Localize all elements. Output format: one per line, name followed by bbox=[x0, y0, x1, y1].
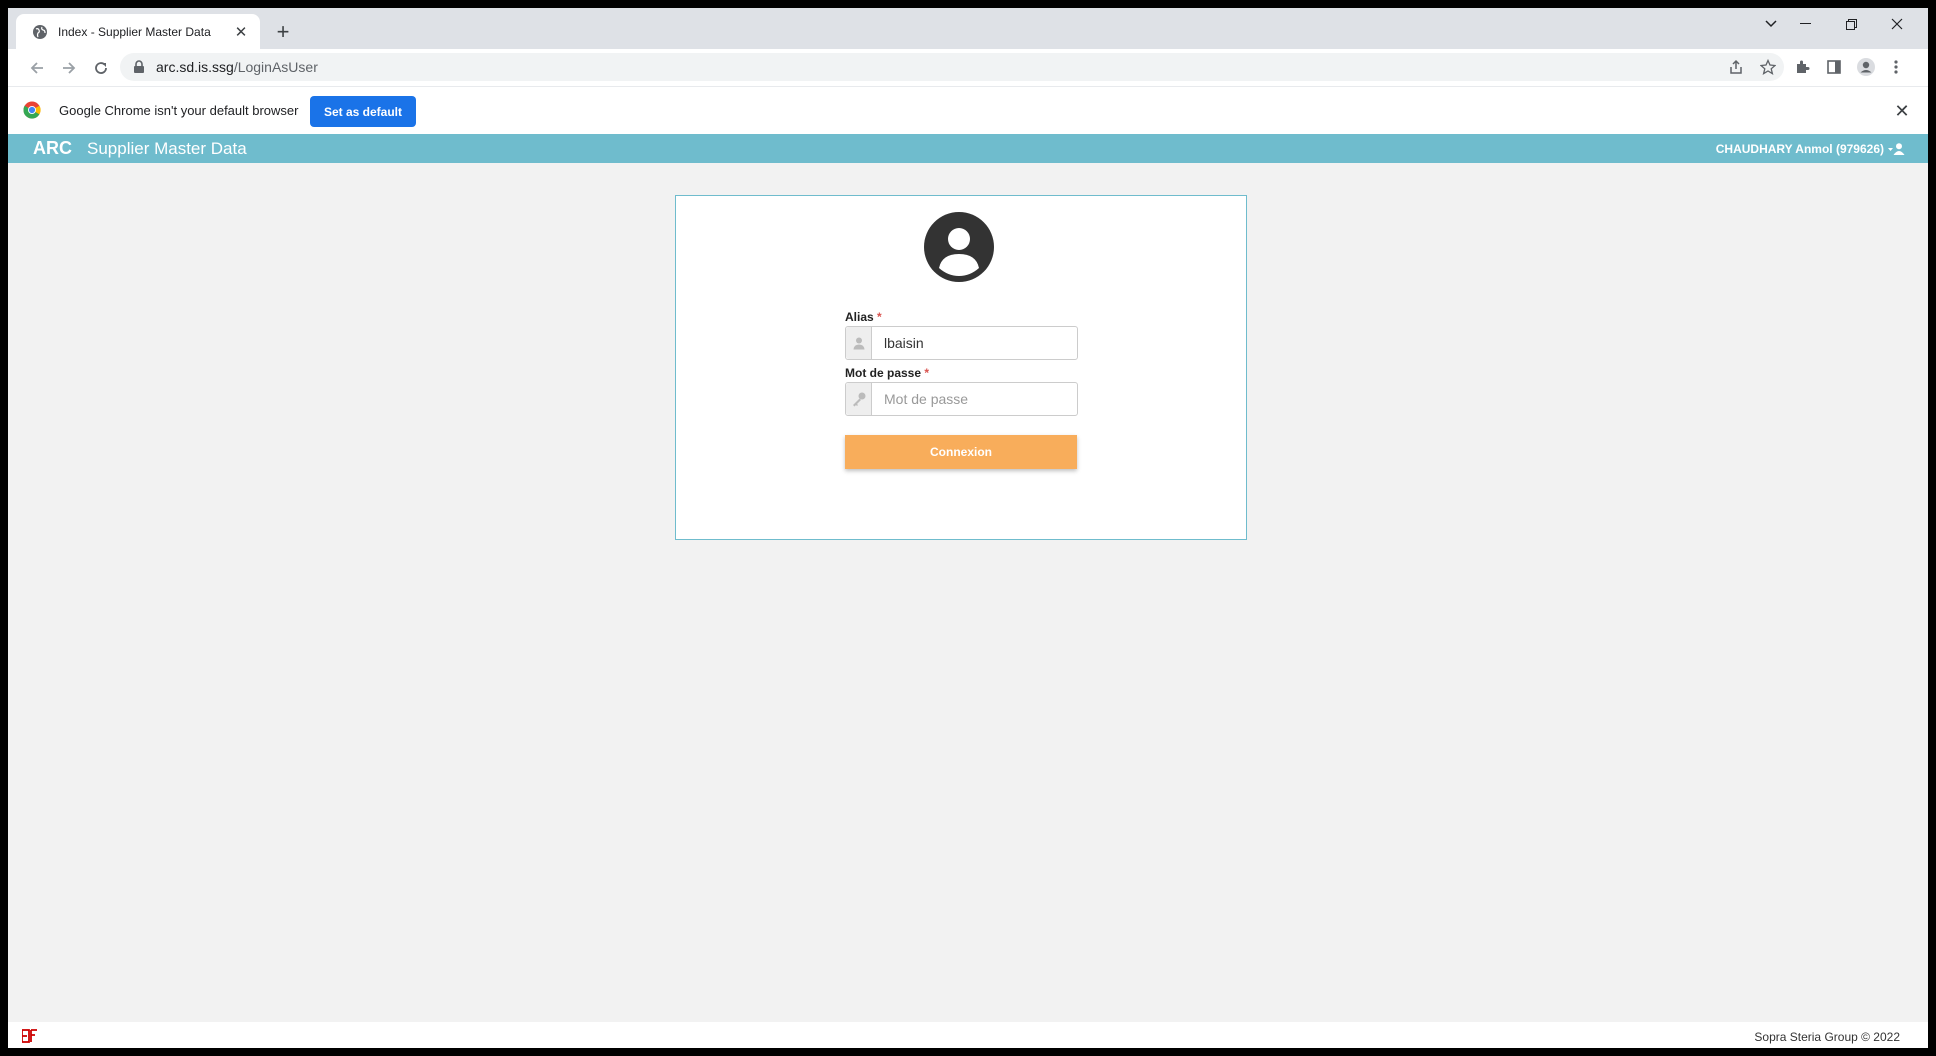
tab-title: Index - Supplier Master Data bbox=[58, 24, 211, 39]
required-mark: * bbox=[924, 366, 930, 380]
set-default-button[interactable]: Set as default bbox=[310, 96, 416, 127]
url-path: /LoginAsUser bbox=[233, 59, 318, 75]
reload-icon[interactable] bbox=[88, 55, 114, 81]
alias-input[interactable] bbox=[872, 327, 1077, 359]
address-bar[interactable]: arc.sd.is.ssg/LoginAsUser bbox=[120, 53, 1784, 81]
password-input-group bbox=[845, 382, 1078, 416]
lock-icon bbox=[134, 60, 144, 73]
ef-logo-icon bbox=[22, 1029, 37, 1043]
copyright-text: Sopra Steria Group © 2022 bbox=[1754, 1030, 1900, 1044]
user-circle-icon bbox=[924, 212, 994, 282]
app-brand[interactable]: ARC bbox=[33, 138, 72, 159]
connexion-button[interactable]: Connexion bbox=[845, 435, 1077, 469]
browser-window: Index - Supplier Master Data ✕ + arc.sd.… bbox=[8, 8, 1928, 1048]
menu-dots-icon[interactable] bbox=[1884, 55, 1908, 79]
tab-close-icon[interactable]: ✕ bbox=[232, 23, 250, 41]
password-label-text: Mot de passe bbox=[845, 366, 922, 380]
side-panel-icon[interactable] bbox=[1822, 55, 1846, 79]
share-icon[interactable] bbox=[1724, 55, 1748, 79]
key-icon bbox=[846, 383, 872, 415]
bookmark-star-icon[interactable] bbox=[1756, 55, 1780, 79]
app-header: ARC Supplier Master Data CHAUDHARY Anmol… bbox=[8, 134, 1928, 163]
restore-icon[interactable] bbox=[1828, 8, 1874, 40]
user-caret-icon bbox=[1888, 143, 1905, 155]
user-name: CHAUDHARY Anmol (979626) bbox=[1715, 142, 1884, 156]
default-browser-infobar: Google Chrome isn't your default browser… bbox=[8, 86, 1928, 134]
app-title[interactable]: Supplier Master Data bbox=[87, 139, 247, 159]
infobar-close-icon[interactable]: ✕ bbox=[1892, 101, 1912, 121]
url-text: arc.sd.is.ssg/LoginAsUser bbox=[156, 59, 318, 75]
app-footer: Sopra Steria Group © 2022 bbox=[8, 1022, 1928, 1048]
globe-icon bbox=[33, 24, 47, 39]
chrome-logo-icon bbox=[23, 101, 41, 119]
url-host: arc.sd.is.ssg bbox=[156, 59, 234, 75]
required-mark: * bbox=[877, 310, 882, 324]
login-card: Alias * Mot de passe * Connexion bbox=[675, 195, 1247, 540]
back-icon[interactable] bbox=[24, 55, 50, 81]
tab-strip: Index - Supplier Master Data ✕ + bbox=[8, 8, 1928, 49]
forward-icon[interactable] bbox=[56, 55, 82, 81]
alias-input-group bbox=[845, 326, 1078, 360]
alias-label: Alias * bbox=[845, 310, 882, 324]
password-input[interactable] bbox=[872, 383, 1077, 415]
user-icon bbox=[846, 327, 872, 359]
minimize-icon[interactable] bbox=[1782, 8, 1828, 40]
browser-tab[interactable]: Index - Supplier Master Data ✕ bbox=[16, 14, 260, 49]
infobar-message: Google Chrome isn't your default browser bbox=[59, 103, 299, 118]
user-menu[interactable]: CHAUDHARY Anmol (979626) bbox=[1716, 142, 1906, 156]
new-tab-button[interactable]: + bbox=[270, 19, 296, 45]
extensions-icon[interactable] bbox=[1790, 55, 1814, 79]
browser-toolbar: arc.sd.is.ssg/LoginAsUser bbox=[8, 49, 1928, 86]
profile-icon[interactable] bbox=[1854, 55, 1878, 79]
close-window-icon[interactable] bbox=[1874, 8, 1920, 40]
alias-label-text: Alias bbox=[845, 310, 874, 324]
password-label: Mot de passe * bbox=[845, 366, 929, 380]
